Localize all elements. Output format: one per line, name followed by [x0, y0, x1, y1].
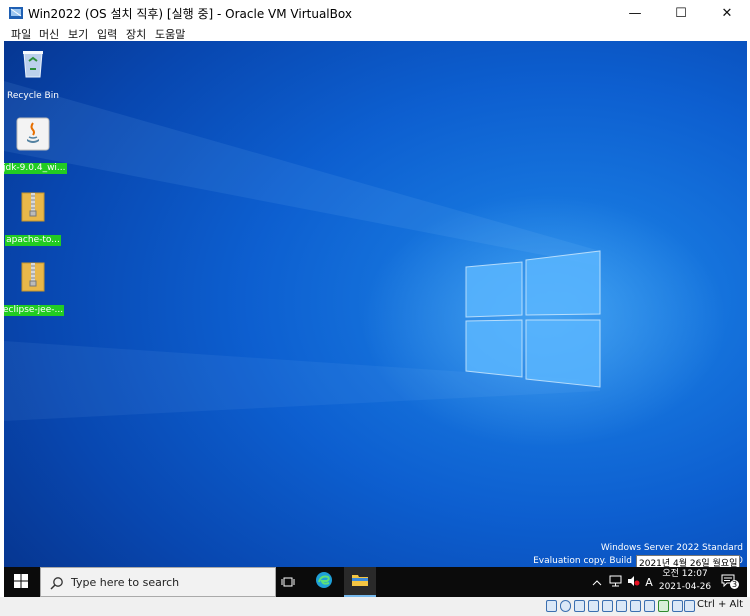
menu-help[interactable]: 도움말: [155, 26, 185, 42]
recycle-bin-icon: [18, 51, 48, 83]
windows-logo-wallpaper: [465, 250, 601, 388]
shared-folders-status-icon[interactable]: [616, 600, 627, 612]
network-tray-button[interactable]: [607, 567, 623, 597]
desktop-icon-eclipse[interactable]: eclipse-jee-...: [4, 259, 65, 316]
task-view-button[interactable]: [272, 567, 304, 597]
close-button[interactable]: ✕: [704, 0, 750, 26]
recording-status-icon[interactable]: [644, 600, 655, 612]
maximize-button[interactable]: ☐: [658, 0, 704, 26]
zip-folder-icon: [18, 262, 48, 297]
taskbar: Type here to search A 오전 12:07 2021-04-2…: [4, 567, 747, 597]
mouse-integration-status-icon[interactable]: [672, 600, 683, 612]
folder-icon: [351, 572, 369, 591]
display-status-icon[interactable]: [630, 600, 641, 612]
date-tooltip: 2021년 4월 26일 월요일: [636, 555, 741, 567]
menu-file[interactable]: 파일: [11, 26, 31, 42]
menu-devices[interactable]: 장치: [126, 26, 146, 42]
edition-watermark: Windows Server 2022 Standard: [600, 543, 743, 553]
usb-status-icon[interactable]: [602, 600, 613, 612]
file-explorer-taskbar-button[interactable]: [344, 567, 376, 597]
menu-bar: 파일 머신 보기 입력 장치 도움말: [0, 26, 750, 41]
virtualization-status-icon[interactable]: [658, 600, 669, 612]
guest-desktop[interactable]: Recycle Bin jdk-9.0.4_wi... apache-to...: [4, 41, 747, 567]
desktop-icon-apache[interactable]: apache-to...: [4, 189, 64, 246]
desktop-icon-label: eclipse-jee-...: [4, 305, 65, 316]
hard-disk-status-icon[interactable]: [546, 600, 557, 612]
edge-icon: [315, 571, 333, 593]
evaluation-watermark: Evaluation copy. Build: [533, 556, 632, 566]
desktop-icon-recycle-bin[interactable]: Recycle Bin: [4, 47, 64, 102]
start-button[interactable]: [4, 567, 38, 597]
desktop-icon-label: apache-to...: [5, 235, 61, 246]
volume-muted-icon: [627, 575, 640, 590]
optical-drive-status-icon[interactable]: [560, 600, 571, 612]
menu-input[interactable]: 입력: [97, 26, 117, 42]
action-center-button[interactable]: 3: [714, 567, 742, 597]
edge-taskbar-button[interactable]: [308, 567, 340, 597]
search-icon: [50, 575, 64, 594]
clock-date: 2021-04-26: [658, 582, 712, 592]
menu-view[interactable]: 보기: [68, 26, 88, 42]
notification-icon: 3: [721, 574, 740, 590]
clock-time: 오전 12:07: [662, 569, 708, 579]
volume-tray-button[interactable]: [625, 567, 641, 597]
notification-count-badge: 3: [730, 580, 740, 589]
network-status-icon[interactable]: [588, 600, 599, 612]
desktop-icon-label: jdk-9.0.4_wi...: [4, 163, 67, 174]
wallpaper-light-beams: [4, 81, 601, 421]
window-title: Win2022 (OS 설치 직후) [실행 중] - Oracle VM Vi…: [28, 7, 352, 21]
desktop-icon-jdk[interactable]: jdk-9.0.4_wi...: [4, 117, 67, 174]
network-icon: [609, 575, 622, 590]
taskbar-clock[interactable]: 오전 12:07 2021-04-26: [654, 568, 716, 594]
host-key-arrow-icon[interactable]: [684, 600, 695, 612]
windows-logo-icon: [14, 573, 28, 592]
minimize-button[interactable]: —: [612, 0, 658, 26]
title-bar: Win2022 (OS 설치 직후) [실행 중] - Oracle VM Vi…: [0, 0, 750, 26]
vm-status-bar: Ctrl + Alt: [0, 597, 750, 616]
host-key-label: Ctrl + Alt: [697, 599, 744, 610]
java-installer-icon: [16, 117, 50, 155]
chevron-up-icon: [592, 576, 602, 589]
audio-status-icon[interactable]: [574, 600, 585, 612]
menu-machine[interactable]: 머신: [39, 26, 59, 42]
task-view-icon: [281, 573, 295, 592]
virtualbox-icon: [8, 5, 24, 21]
zip-folder-icon: [18, 192, 48, 227]
search-placeholder: Type here to search: [71, 576, 180, 589]
desktop-icon-label: Recycle Bin: [7, 91, 59, 101]
show-hidden-icons-button[interactable]: [590, 567, 604, 597]
taskbar-search[interactable]: Type here to search: [40, 567, 276, 597]
